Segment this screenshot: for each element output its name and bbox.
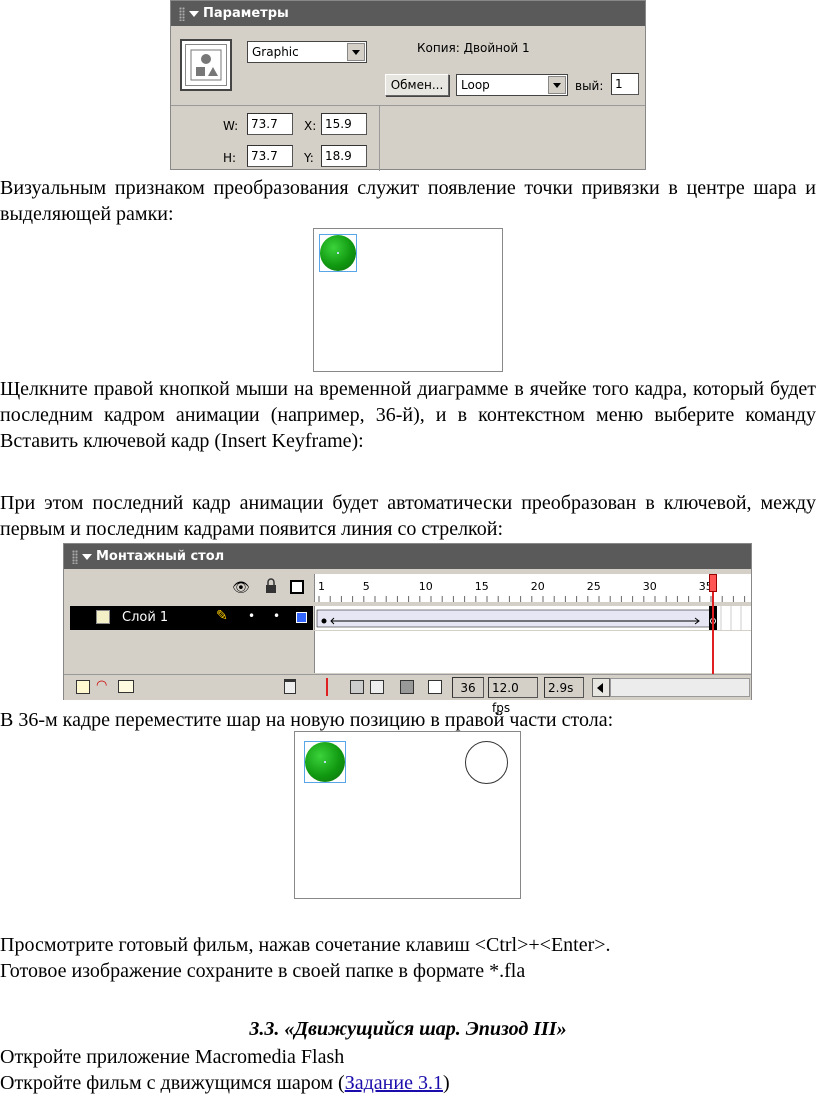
task-3-1-link[interactable]: Задание 3.1: [345, 1072, 443, 1094]
add-layer-icon[interactable]: [76, 680, 90, 694]
panel-divider: [171, 105, 645, 106]
paragraph-insert-keyframe: Щелкните правой кнопкой мыши на временно…: [0, 378, 816, 452]
symbol-type-value: Graphic: [252, 45, 299, 59]
panel-divider-vertical: [379, 105, 380, 171]
height-field[interactable]: 73.7: [247, 145, 293, 167]
loop-select[interactable]: Loop: [456, 74, 568, 96]
x-field[interactable]: 15.9: [321, 113, 367, 135]
edit-multiple-frames-icon[interactable]: [400, 680, 414, 694]
scroll-left-icon: [597, 683, 603, 693]
width-field[interactable]: 73.7: [247, 113, 293, 135]
current-frame-field: 36: [452, 677, 484, 698]
paragraph-visual-sign: Визуальным признаком преобразования служ…: [0, 177, 816, 225]
properties-panel-header[interactable]: Параметры: [171, 1, 645, 26]
frame-ruler[interactable]: 1 5 10 15 20 25 30 35: [314, 574, 751, 602]
ruler-label: 25: [586, 580, 601, 593]
registration-point: [324, 761, 326, 763]
properties-panel: Параметры Graphic Копия: Двойной 1 Обмен…: [170, 0, 646, 171]
loop-value: Loop: [461, 78, 490, 92]
collapse-triangle-icon[interactable]: [189, 10, 199, 17]
chevron-down-icon[interactable]: [548, 76, 566, 94]
playhead-line: [712, 592, 714, 674]
add-folder-icon[interactable]: [118, 680, 134, 693]
timeline-panel: Монтажный стол 👁 1 5 10 15 20 25 30 35 Слой 1 ✎…: [63, 543, 752, 715]
playhead[interactable]: [709, 574, 717, 592]
eye-icon[interactable]: 👁: [232, 580, 250, 596]
time-field: 2.9s: [544, 677, 584, 698]
open-film-close: ): [442, 1072, 450, 1094]
stage-after: [294, 731, 521, 899]
ruler-label: 10: [418, 580, 433, 593]
timeline-toolbar: ◠ 36 12.0 fps 2.9s: [64, 674, 751, 715]
center-frame-icon[interactable]: [326, 678, 328, 696]
width-label: W:: [223, 119, 239, 133]
onion-skin-icon[interactable]: [350, 680, 364, 694]
trash-icon[interactable]: [284, 679, 296, 694]
frames-empty-area: [314, 631, 751, 673]
layer-name: Слой 1: [122, 610, 169, 625]
lock-icon[interactable]: [265, 578, 277, 593]
y-label: Y:: [304, 151, 314, 165]
modify-onion-markers-icon[interactable]: [428, 680, 442, 694]
layer-row[interactable]: Слой 1 ✎ • •: [70, 606, 313, 630]
outline-color-icon[interactable]: [296, 612, 307, 623]
add-guide-layer-icon[interactable]: ◠: [96, 678, 107, 693]
ball-outline-target: [465, 741, 508, 784]
graphic-symbol-icon: [180, 39, 232, 91]
properties-panel-title: Параметры: [203, 6, 289, 21]
height-label: H:: [223, 151, 237, 165]
scroll-left-button[interactable]: [592, 678, 610, 697]
lock-dot-icon[interactable]: •: [273, 609, 280, 623]
pencil-icon: ✎: [216, 608, 228, 624]
ruler-label: 15: [474, 580, 489, 593]
paragraph-open-app: Откройте приложение Macromedia Flash: [0, 1046, 345, 1068]
paragraph-keyframe-result: При этом последний кадр анимации будет а…: [0, 492, 816, 540]
paragraph-open-film: Откройте фильм с движущимся шаром (Задан…: [0, 1070, 450, 1096]
timeline-panel-header[interactable]: Монтажный стол: [64, 544, 751, 569]
first-frame-field[interactable]: 1: [611, 73, 639, 95]
instance-label: Копия: Двойной 1: [417, 41, 530, 55]
ruler-label: 1: [318, 580, 325, 593]
x-label: X:: [304, 119, 317, 133]
swap-button[interactable]: Обмен...: [385, 74, 449, 96]
section-heading: 3.3. «Движущийся шар. Эпизод III»: [249, 1018, 567, 1040]
visibility-dot-icon[interactable]: •: [248, 609, 255, 623]
horizontal-scrollbar[interactable]: [610, 678, 750, 697]
stage-before: [313, 228, 503, 372]
paragraph-preview: Просмотрите готовый фильм, нажав сочетан…: [0, 934, 611, 956]
layers-empty-area: [70, 631, 313, 673]
grip-icon[interactable]: [179, 6, 185, 21]
timeline-panel-title: Монтажный стол: [96, 549, 225, 564]
collapse-triangle-icon[interactable]: [82, 553, 92, 560]
ruler-label: 20: [530, 580, 545, 593]
open-film-text: Откройте фильм с движущимся шаром (: [0, 1072, 345, 1094]
paragraph-move-ball: В 36-м кадре переместите шар на новую по…: [0, 709, 614, 731]
fps-field: 12.0 fps: [488, 677, 538, 715]
registration-point: [337, 252, 339, 254]
ruler-label: 30: [642, 580, 657, 593]
paragraph-save: Готовое изображение сохраните в своей па…: [0, 960, 526, 982]
frames-row[interactable]: [314, 606, 751, 630]
outline-icon[interactable]: [290, 580, 304, 594]
chevron-down-icon[interactable]: [347, 43, 365, 61]
first-frame-label: вый:: [575, 79, 604, 93]
onion-outline-icon[interactable]: [370, 680, 384, 694]
y-field[interactable]: 18.9: [321, 145, 367, 167]
layer-icon: [96, 610, 110, 624]
grip-icon[interactable]: [72, 549, 78, 564]
layer-header: 👁: [70, 574, 313, 602]
symbol-type-select[interactable]: Graphic: [247, 41, 367, 63]
ruler-label: 5: [362, 580, 370, 593]
